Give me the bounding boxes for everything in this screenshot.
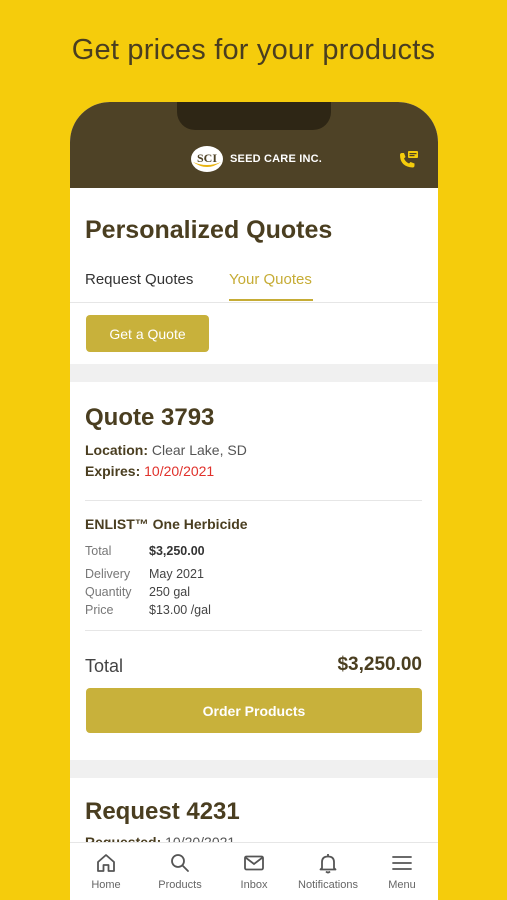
nav-label: Products <box>158 879 202 891</box>
row-value: 250 gal <box>149 585 191 599</box>
section-separator <box>70 364 438 382</box>
request-title: Request 4231 <box>85 798 240 825</box>
home-icon <box>97 854 115 872</box>
bottom-nav: Home Products Inbox Notifications Menu <box>70 842 438 900</box>
row-label: Price <box>85 603 114 617</box>
active-tab-indicator <box>229 299 313 301</box>
nav-home[interactable]: Home <box>70 851 146 891</box>
row-value: May 2021 <box>149 567 204 581</box>
search-icon <box>171 854 189 872</box>
nav-menu[interactable]: Menu <box>362 851 438 891</box>
nav-inbox[interactable]: Inbox <box>214 851 294 891</box>
quote-title: Quote 3793 <box>85 404 215 431</box>
content-area: Personalized Quotes Request Quotes Your … <box>70 188 438 850</box>
product-row-delivery: Delivery May 2021 <box>85 567 385 581</box>
nav-label: Inbox <box>240 879 268 891</box>
contact-phone-icon[interactable] <box>396 148 420 172</box>
location-value: Clear Lake, SD <box>151 442 247 458</box>
row-value: $13.00 /gal <box>149 603 211 617</box>
expires-label: Expires: <box>85 463 141 479</box>
tab-your-quotes[interactable]: Your Quotes <box>229 271 312 288</box>
nav-label: Menu <box>388 879 416 891</box>
row-label: Delivery <box>85 567 131 581</box>
section-separator <box>70 760 438 778</box>
nav-label: Home <box>91 879 121 891</box>
total-value: $3,250.00 <box>337 654 422 675</box>
order-products-button[interactable]: Order Products <box>86 688 422 733</box>
phone-notch <box>177 102 331 130</box>
logo-mark: SCI <box>190 144 224 174</box>
mail-icon <box>244 855 264 871</box>
product-row-total: Total $3,250.00 <box>85 544 385 558</box>
row-value: $3,250.00 <box>149 544 205 558</box>
nav-products[interactable]: Products <box>140 851 220 891</box>
product-row-price: Price $13.00 /gal <box>85 603 385 617</box>
divider <box>85 500 422 501</box>
row-label: Quantity <box>85 585 132 599</box>
row-label: Total <box>85 544 112 558</box>
nav-label: Notifications <box>298 879 358 891</box>
product-name: ENLIST™ One Herbicide <box>85 516 248 532</box>
quote-location: Location: Clear Lake, SD <box>85 442 247 458</box>
nav-notifications[interactable]: Notifications <box>288 851 368 891</box>
page-title: Personalized Quotes <box>85 216 333 244</box>
menu-icon <box>392 856 412 870</box>
promo-title: Get prices for your products <box>71 34 436 66</box>
tab-request-quotes[interactable]: Request Quotes <box>85 271 193 288</box>
total-label: Total <box>85 656 124 676</box>
app-header: SCI SEED CARE INC. <box>70 102 438 188</box>
divider <box>85 630 422 631</box>
phone-frame: SCI SEED CARE INC. Personalized Quotes R… <box>70 102 438 900</box>
brand-logo[interactable]: SCI SEED CARE INC. <box>190 144 322 174</box>
expires-value: 10/20/2021 <box>144 463 215 479</box>
quote-expires: Expires: 10/20/2021 <box>85 463 214 479</box>
location-label: Location: <box>85 442 148 458</box>
product-row-quantity: Quantity 250 gal <box>85 585 385 599</box>
tabs-divider <box>70 302 438 303</box>
logo-mark-text: SCI <box>197 151 217 165</box>
bell-icon <box>319 854 337 874</box>
logo-text: SEED CARE INC. <box>230 153 323 165</box>
get-quote-button[interactable]: Get a Quote <box>86 315 209 352</box>
